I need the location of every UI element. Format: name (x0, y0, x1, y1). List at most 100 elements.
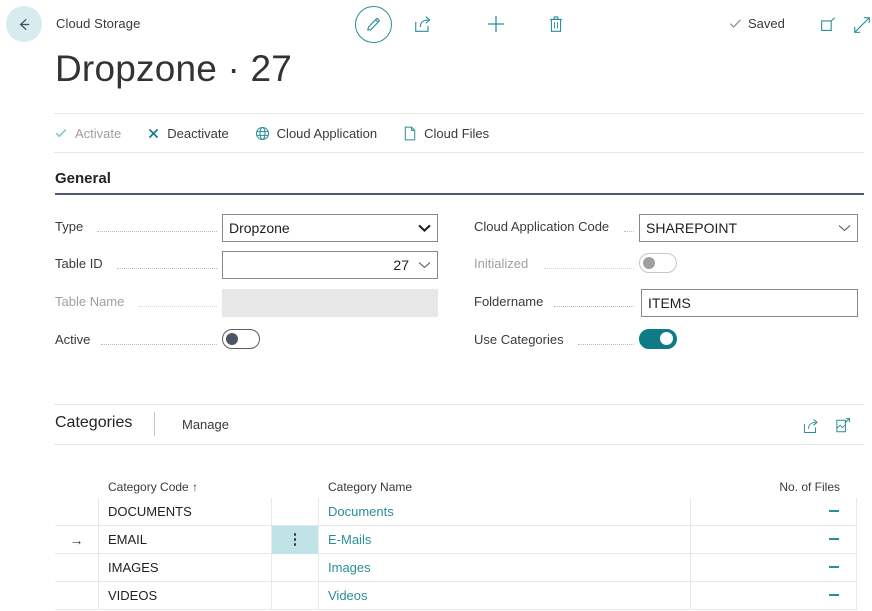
back-arrow-icon[interactable] (6, 6, 42, 42)
cell-no-of-files[interactable] (691, 525, 857, 554)
action-deactivate[interactable]: Deactivate (147, 125, 229, 141)
active-toggle[interactable] (222, 329, 260, 349)
chevron-down-icon (418, 224, 431, 232)
cloud-application-code-value: SHAREPOINT (646, 220, 738, 236)
categories-manage-menu[interactable]: Manage (182, 417, 229, 432)
action-cloud-files-label: Cloud Files (424, 125, 490, 141)
breadcrumb[interactable]: Cloud Storage (56, 16, 140, 31)
cell-row-menu[interactable] (272, 553, 319, 582)
cell-category-code[interactable]: DOCUMENTS (99, 497, 272, 526)
part-title-separator (154, 412, 155, 436)
field-use-categories-label: Use Categories (474, 332, 564, 347)
grid-header-category-code[interactable]: Category Code ↑ (99, 480, 272, 494)
leader-dots (139, 306, 217, 307)
cell-row-menu[interactable] (272, 581, 319, 610)
table-row[interactable]: IMAGES Images (55, 553, 857, 582)
action-bar-divider (54, 152, 864, 153)
cell-category-name[interactable]: Images (319, 553, 691, 582)
categories-part-divider (54, 444, 864, 445)
cell-no-of-files[interactable] (691, 581, 857, 610)
table-row[interactable]: DOCUMENTS Documents (55, 497, 857, 526)
cell-no-of-files[interactable] (691, 497, 857, 526)
toggle-knob (660, 332, 673, 345)
field-cloud-application-code-label: Cloud Application Code (474, 219, 610, 234)
grid-header-category-name[interactable]: Category Name (319, 480, 691, 494)
action-bar: Activate Deactivate Cloud Application Cl… (54, 118, 515, 148)
page-title: Dropzone · 27 (55, 48, 293, 89)
cell-category-name[interactable]: Documents (319, 497, 691, 526)
plus-icon[interactable] (483, 11, 509, 37)
open-in-excel-icon[interactable] (832, 415, 854, 437)
table-id-lookup[interactable]: 27 (222, 251, 438, 279)
chevron-down-icon (838, 224, 851, 232)
field-table-id: Table ID 27 (55, 251, 438, 279)
field-type: Type Dropzone (55, 214, 438, 242)
grid-header-no-of-files[interactable]: No. of Files (691, 480, 857, 494)
row-indicator (55, 581, 99, 610)
open-in-new-window-icon[interactable] (815, 12, 841, 38)
toggle-knob (226, 332, 238, 345)
leader-dots (554, 306, 634, 307)
general-section-underline (55, 193, 864, 195)
action-bar-top-divider (54, 113, 864, 114)
initialized-toggle (639, 253, 677, 273)
row-indicator (55, 497, 99, 526)
field-initialized: Initialized (474, 251, 858, 279)
table-row[interactable]: → EMAIL E-Mails (55, 525, 857, 554)
empty-value-dash (829, 537, 839, 540)
row-indicator: → (55, 525, 99, 554)
empty-value-dash (829, 593, 839, 596)
row-indicator (55, 553, 99, 582)
empty-value-dash (829, 509, 839, 512)
empty-value-dash (829, 565, 839, 568)
cell-category-code[interactable]: VIDEOS (99, 581, 272, 610)
trash-icon[interactable] (543, 11, 569, 37)
table-name-readonly-field (222, 289, 438, 317)
foldername-value: ITEMS (648, 295, 691, 311)
general-section-title: General (55, 170, 111, 187)
file-icon (404, 126, 416, 140)
action-cloud-files[interactable]: Cloud Files (403, 126, 489, 141)
action-cloud-application[interactable]: Cloud Application (255, 126, 377, 141)
cell-category-code[interactable]: EMAIL (99, 525, 272, 554)
expand-diagonal-icon[interactable] (849, 12, 872, 38)
foldername-input[interactable]: ITEMS (641, 289, 858, 317)
saved-label: Saved (748, 16, 785, 31)
business-central-card-page: Cloud Storage Saved Dropzone · 27 Activa… (0, 0, 872, 611)
leader-dots (97, 231, 217, 232)
field-table-name: Table Name (55, 289, 438, 317)
field-foldername: Foldername ITEMS (474, 289, 858, 317)
toggle-knob (643, 256, 655, 269)
more-options-icon[interactable] (293, 533, 297, 546)
cell-category-name[interactable]: Videos (319, 581, 691, 610)
share-icon[interactable] (410, 11, 436, 37)
action-activate-label: Activate (75, 125, 122, 141)
use-categories-toggle[interactable] (639, 329, 677, 349)
field-type-label: Type (55, 219, 84, 234)
categories-part-top-divider (54, 404, 864, 405)
leader-dots (578, 344, 634, 345)
share-icon[interactable] (800, 415, 822, 437)
action-activate[interactable]: Activate (54, 126, 121, 141)
cell-row-menu[interactable] (272, 497, 319, 526)
cell-no-of-files[interactable] (691, 553, 857, 582)
categories-part-title: Categories (55, 414, 133, 431)
cell-category-name[interactable]: E-Mails (319, 525, 691, 554)
check-icon (55, 128, 67, 138)
categories-grid: Category Code ↑ Category Name No. of Fil… (55, 470, 857, 610)
leader-dots (101, 344, 217, 345)
table-row[interactable]: VIDEOS Videos (55, 581, 857, 610)
field-use-categories: Use Categories (474, 327, 858, 355)
leader-dots (544, 268, 634, 269)
cell-row-menu[interactable] (272, 525, 319, 554)
cloud-application-code-lookup[interactable]: SHAREPOINT (639, 214, 858, 242)
action-deactivate-label: Deactivate (167, 125, 229, 141)
leader-dots (117, 268, 217, 269)
field-active: Active (55, 327, 438, 355)
type-dropdown[interactable]: Dropzone (222, 214, 438, 242)
pencil-icon[interactable] (355, 6, 392, 43)
type-value: Dropzone (229, 220, 290, 236)
cell-category-code[interactable]: IMAGES (99, 553, 272, 582)
saved-status: Saved (728, 16, 785, 31)
field-initialized-label: Initialized (474, 256, 529, 271)
